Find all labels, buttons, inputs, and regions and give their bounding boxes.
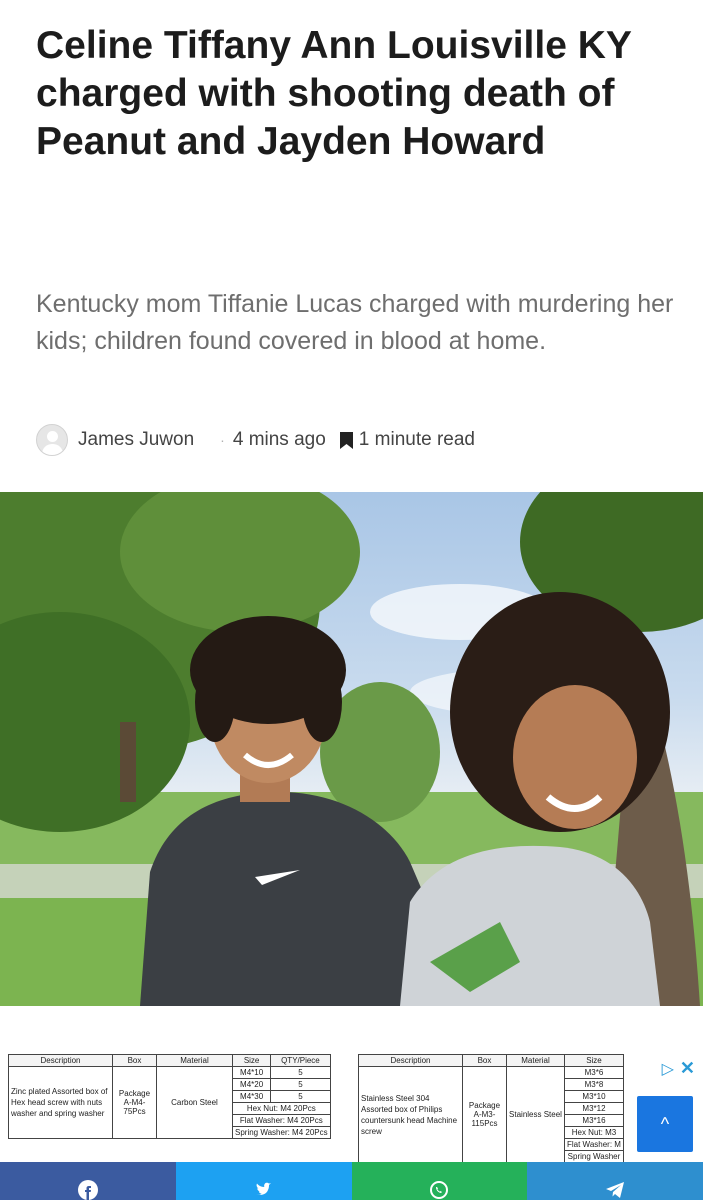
author-avatar[interactable] — [36, 424, 68, 456]
ad-size-cell: Hex Nut: M4 20Pcs — [232, 1102, 331, 1115]
ad-header-material: Material — [506, 1054, 565, 1067]
ad-header-description: Description — [8, 1054, 113, 1067]
ad-size-cell: M4*20 — [231, 1078, 272, 1091]
share-telegram-button[interactable] — [527, 1162, 703, 1200]
ad-header-description: Description — [358, 1054, 463, 1067]
bookmark-icon — [339, 431, 353, 449]
ad-product-table-2[interactable]: Description Box Material Size Stainless … — [358, 1054, 624, 1163]
ad-qty-cell: 5 — [270, 1078, 331, 1091]
ad-qty-cell: 5 — [270, 1090, 331, 1103]
article-photo — [0, 492, 703, 1006]
ad-size-cell: Hex Nut: M3 — [564, 1126, 624, 1139]
advertisement[interactable]: Description Box Material Size QTY/Piece … — [0, 1048, 703, 1163]
photo-illustration — [0, 492, 703, 1006]
facebook-icon — [77, 1180, 98, 1200]
ad-header-size: Size — [564, 1054, 624, 1067]
ad-product-description: Stainless Steel 304 Assorted box of Phil… — [358, 1066, 463, 1163]
ad-product-box: Package A-M3-115Pcs — [462, 1066, 507, 1163]
ad-size-cell: Flat Washer: M4 20Pcs — [232, 1114, 331, 1127]
scroll-to-top-button[interactable]: ^ — [637, 1096, 693, 1152]
ad-size-cell: Flat Washer: M — [564, 1138, 624, 1151]
read-time: 1 minute read — [358, 429, 475, 450]
ad-controls: ▷ ✕ — [662, 1058, 695, 1079]
ad-product-box: Package A-M4-75Pcs — [112, 1066, 157, 1139]
ad-header-qty: QTY/Piece — [270, 1054, 331, 1067]
ad-size-cell: Spring Washer: M4 20Pcs — [232, 1126, 331, 1139]
ad-size-cell: M3*8 — [564, 1078, 624, 1091]
close-icon[interactable]: ✕ — [680, 1058, 695, 1079]
ad-header-size: Size — [231, 1054, 272, 1067]
whatsapp-icon — [430, 1181, 449, 1199]
twitter-icon — [255, 1182, 271, 1195]
ad-product-description: Zinc plated Assorted box of Hex head scr… — [8, 1066, 113, 1139]
share-twitter-button[interactable] — [175, 1162, 352, 1200]
ad-size-cell: M4*30 — [231, 1090, 272, 1103]
ad-size-cell: M3*10 — [564, 1090, 624, 1103]
byline-separator: · — [220, 432, 225, 448]
article-subtitle: Kentucky mom Tiffanie Lucas charged with… — [36, 290, 674, 355]
author-name[interactable]: James Juwon — [78, 429, 194, 451]
ad-product-material: Carbon Steel — [156, 1066, 233, 1139]
ad-size-cell: M3*6 — [564, 1066, 624, 1079]
ad-size-cell: M3*16 — [564, 1114, 624, 1127]
ad-qty-cell: 5 — [270, 1066, 331, 1079]
ad-size-cell: M3*12 — [564, 1102, 624, 1115]
share-whatsapp-button[interactable] — [351, 1162, 528, 1200]
publish-time: 4 mins ago — [232, 429, 326, 450]
article-headline: Celine Tiffany Ann Louisville KY charged… — [36, 24, 632, 163]
ad-size-cell: Spring Washer — [564, 1150, 624, 1163]
ad-product-material: Stainless Steel — [506, 1066, 565, 1163]
byline: James Juwon · 4 mins ago 1 minute read — [36, 422, 676, 458]
share-bar — [0, 1162, 703, 1200]
ad-choices-icon[interactable]: ▷ — [662, 1059, 674, 1079]
ad-header-box: Box — [112, 1054, 157, 1067]
ad-product-table-1[interactable]: Description Box Material Size QTY/Piece … — [8, 1054, 331, 1139]
telegram-icon — [606, 1182, 625, 1198]
ad-header-box: Box — [462, 1054, 507, 1067]
share-facebook-button[interactable] — [0, 1162, 176, 1200]
ad-header-material: Material — [156, 1054, 233, 1067]
ad-size-cell: M4*10 — [231, 1066, 272, 1079]
